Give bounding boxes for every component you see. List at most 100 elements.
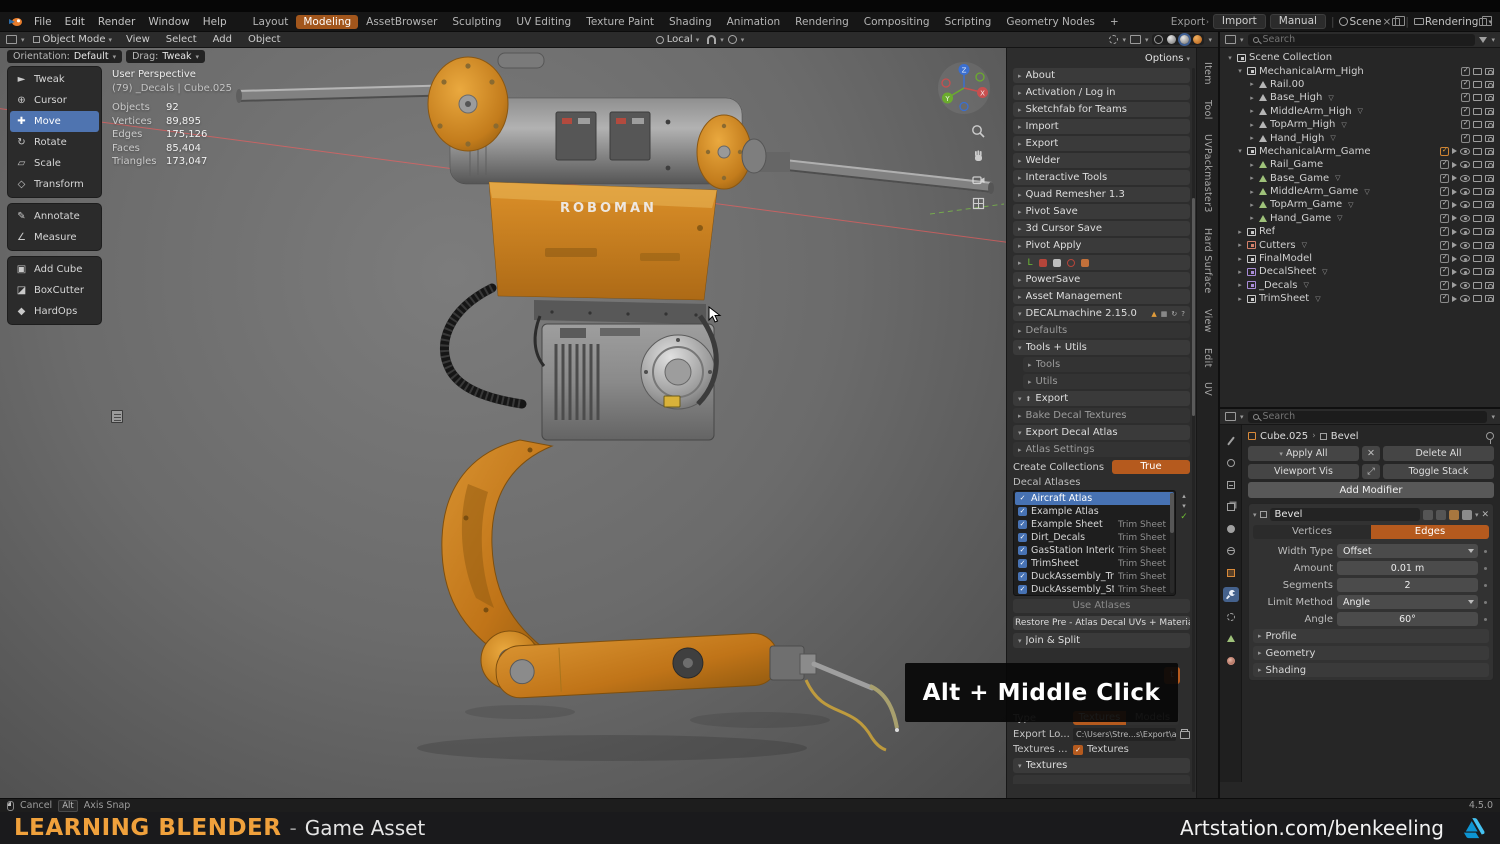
disable-render-icon[interactable] — [1485, 107, 1494, 115]
disable-render-icon[interactable] — [1485, 174, 1494, 182]
tab-render[interactable] — [1223, 455, 1239, 470]
zoom-icon[interactable] — [971, 124, 986, 142]
exclude-checkbox[interactable] — [1440, 226, 1449, 237]
camera-view-icon[interactable] — [971, 172, 986, 190]
exclude-checkbox[interactable] — [1440, 159, 1449, 170]
outliner-row[interactable]: ▸ TrimSheet ▽ — [1222, 292, 1498, 305]
move-down-icon[interactable]: ▾ — [1182, 502, 1186, 510]
annotation-marker-icon[interactable] — [111, 410, 123, 423]
tab-object[interactable] — [1223, 565, 1239, 580]
disable-render-icon[interactable] — [1485, 134, 1494, 142]
help-icon[interactable]: ? — [1181, 310, 1185, 318]
selectable-icon[interactable] — [1452, 161, 1457, 168]
realtime-toggle-icon[interactable] — [1448, 509, 1459, 520]
validate-check-icon[interactable]: ✓ — [1180, 512, 1188, 522]
exclude-checkbox[interactable] — [1461, 133, 1470, 143]
apply-all-icon[interactable] — [1066, 258, 1075, 267]
atlas-row[interactable]: ✓ Example Atlas — [1015, 505, 1174, 518]
section-decalmachine[interactable]: ▾ DECALmachine 2.15.0 ▲ ▦ ↻ ? — [1013, 306, 1190, 321]
outliner-row[interactable]: ▸ Hand_Game ▽ — [1222, 212, 1498, 225]
disable-viewport-icon[interactable] — [1473, 174, 1482, 182]
tab-layout[interactable]: Layout — [246, 15, 296, 29]
subsection-join-split[interactable]: ▾ Join & Split — [1013, 633, 1190, 648]
selectable-icon[interactable] — [1452, 175, 1457, 182]
orientation-dropdown[interactable]: Orientation: Default ▾ — [7, 50, 123, 63]
keyframe-dot[interactable] — [1484, 549, 1487, 553]
tab-edit[interactable]: Edit — [1202, 344, 1213, 372]
disable-viewport-icon[interactable] — [1473, 268, 1482, 276]
outliner-row[interactable]: ▸ MiddleArm_Game ▽ — [1222, 185, 1498, 198]
checkbox-checked-icon[interactable]: ✓ — [1018, 572, 1027, 581]
exclude-checkbox[interactable] — [1440, 240, 1449, 250]
width-type-dropdown[interactable]: Offset — [1337, 544, 1478, 558]
tool-add-cube[interactable]: ▣ Add Cube — [10, 259, 99, 280]
selectable-icon[interactable] — [1452, 215, 1457, 222]
tab-material[interactable] — [1223, 653, 1239, 668]
disable-render-icon[interactable] — [1485, 241, 1494, 249]
exclude-checkbox[interactable] — [1440, 266, 1449, 277]
disable-viewport-icon[interactable] — [1473, 214, 1482, 222]
tab-sculpting[interactable]: Sculpting — [445, 15, 508, 29]
disable-render-icon[interactable] — [1485, 268, 1494, 276]
expand-icon[interactable]: ▸ — [1248, 174, 1256, 182]
tab-texture-paint[interactable]: Texture Paint — [579, 15, 661, 29]
pan-hand-icon[interactable] — [971, 148, 986, 166]
section-activation[interactable]: ▸ Activation / Log in — [1013, 85, 1190, 100]
hide-icon[interactable] — [1460, 161, 1470, 169]
keyframe-dot[interactable] — [1484, 617, 1487, 621]
disable-viewport-icon[interactable] — [1473, 188, 1482, 196]
menu-object[interactable]: Object — [242, 33, 287, 46]
add-modifier-button[interactable]: Add Modifier — [1248, 482, 1494, 498]
editor-type-icon[interactable] — [1225, 412, 1236, 421]
close-icon[interactable]: ✕ — [1481, 510, 1489, 520]
disable-render-icon[interactable] — [1485, 214, 1494, 222]
limit-method-dropdown[interactable]: Angle — [1337, 595, 1478, 609]
breadcrumb-modifier[interactable]: Bevel — [1331, 431, 1359, 442]
use-atlases-button[interactable]: Use Atlases — [1013, 599, 1190, 613]
disable-viewport-icon[interactable] — [1473, 107, 1482, 115]
hide-icon[interactable] — [1460, 201, 1470, 209]
subsection-textures[interactable]: ▾ Textures — [1013, 758, 1190, 773]
exclude-checkbox[interactable] — [1461, 92, 1470, 103]
tab-uvpackmaster3[interactable]: UVPackmaster3 — [1202, 130, 1213, 217]
disable-viewport-icon[interactable] — [1473, 255, 1482, 263]
search-input[interactable] — [1262, 411, 1483, 422]
add-workspace-button[interactable]: + — [1103, 15, 1126, 29]
disable-render-icon[interactable] — [1485, 228, 1494, 236]
hide-icon[interactable] — [1460, 188, 1470, 196]
atlas-row[interactable]: ✓ Example Sheet Trim Sheet — [1015, 518, 1174, 531]
subsection-tools-utils[interactable]: ▾ Tools + Utils — [1013, 340, 1190, 355]
disable-viewport-icon[interactable] — [1473, 241, 1482, 249]
editor-type-icon[interactable] — [1225, 35, 1236, 44]
keyframe-dot[interactable] — [1484, 583, 1487, 587]
scrollbar[interactable] — [1170, 493, 1174, 593]
section-interactive-tools[interactable]: ▸ Interactive Tools — [1013, 170, 1190, 185]
keyframe-dot[interactable] — [1484, 566, 1487, 570]
move-up-icon[interactable]: ▴ — [1182, 492, 1186, 500]
tool-cursor[interactable]: ⊕ Cursor — [10, 90, 99, 111]
tab-compositing[interactable]: Compositing — [857, 15, 937, 29]
expand-icon[interactable]: ▾ — [1236, 67, 1244, 75]
tab-physics[interactable] — [1223, 609, 1239, 624]
mode-dropdown[interactable]: Object Mode ▾ — [29, 34, 117, 45]
selectable-icon[interactable] — [1452, 282, 1457, 289]
render-toggle-icon[interactable] — [1461, 509, 1472, 520]
new-view-layer-icon[interactable] — [1479, 15, 1493, 26]
exclude-checkbox[interactable] — [1440, 280, 1449, 290]
hide-icon[interactable] — [1460, 255, 1470, 263]
import-button[interactable]: Import — [1212, 14, 1266, 29]
apply-scale-icon[interactable] — [1052, 258, 1061, 267]
disable-render-icon[interactable] — [1485, 147, 1494, 155]
atlas-row[interactable]: ✓ TrimSheet Trim Sheet — [1015, 557, 1174, 570]
tool-rotate[interactable]: ↻ Rotate — [10, 132, 99, 153]
outliner-row[interactable]: ▸ Cutters ▽ — [1222, 238, 1498, 251]
expand-icon[interactable]: ▸ — [1236, 295, 1244, 303]
atlas-row[interactable]: ✓ GasStation Interior Trim Sheet — [1015, 544, 1174, 557]
sync-icon[interactable]: ↻ — [1171, 310, 1177, 318]
keyframe-dot[interactable] — [1484, 600, 1487, 604]
exclude-checkbox[interactable] — [1440, 186, 1449, 197]
tab-output[interactable] — [1223, 477, 1239, 492]
section-welder[interactable]: ▸ Welder — [1013, 153, 1190, 168]
section-export[interactable]: ▸ Export — [1013, 136, 1190, 151]
tab-view[interactable]: View — [1202, 305, 1213, 337]
